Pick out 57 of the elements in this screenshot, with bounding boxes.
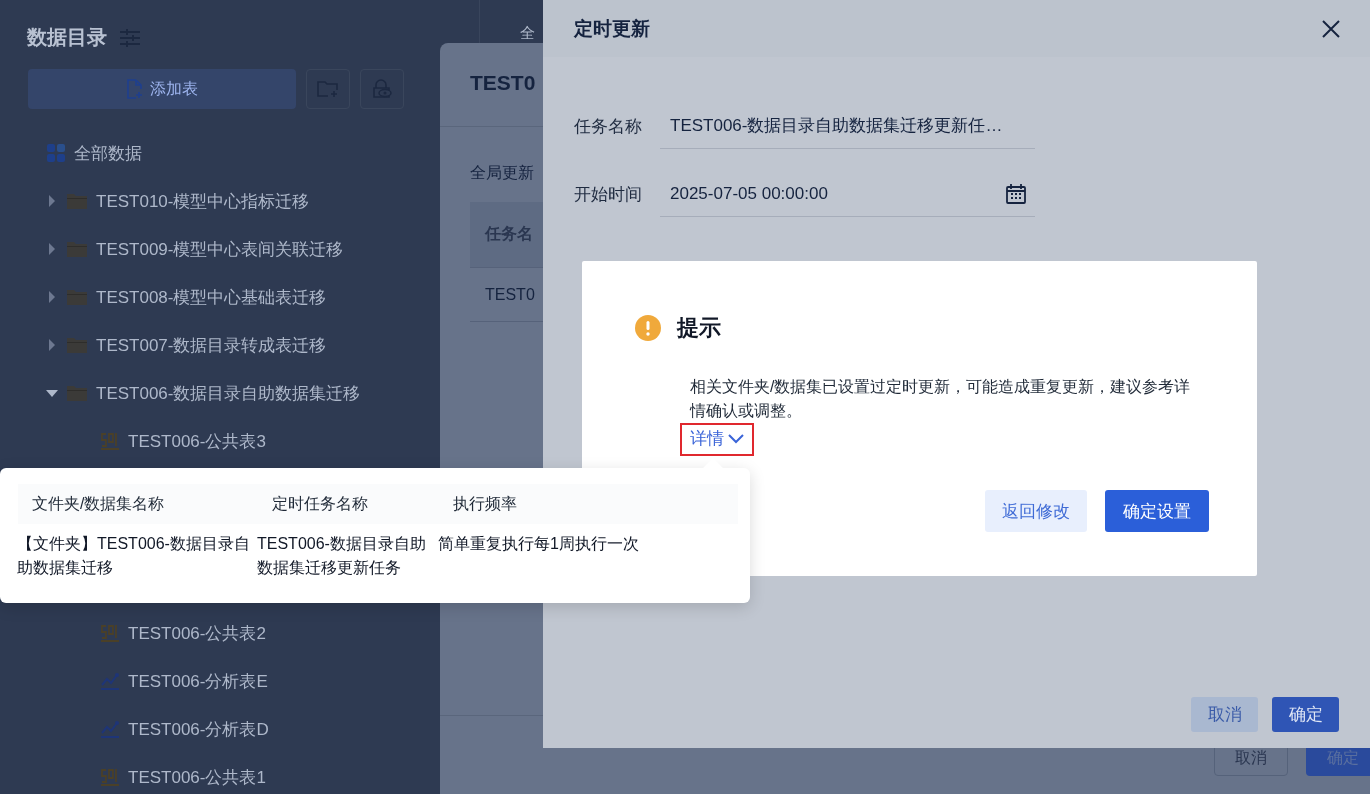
- folder-icon: [66, 192, 88, 210]
- caret-down-icon[interactable]: [46, 387, 58, 399]
- chevron-down-icon: [728, 433, 744, 444]
- sql-table-icon: [100, 623, 120, 643]
- tree-item[interactable]: TEST007-数据目录转成表迁移: [96, 333, 327, 357]
- tree-item[interactable]: 全部数据: [74, 141, 142, 165]
- dialog-title: TEST0: [470, 71, 536, 94]
- tree-item[interactable]: TEST006-分析表D: [128, 717, 269, 741]
- folder-icon: [66, 336, 88, 354]
- tree-item[interactable]: TEST006-分析表E: [128, 669, 268, 693]
- caret-right-icon[interactable]: [46, 195, 58, 207]
- table-cell-text: 简单重复执行每1周执行一次: [438, 534, 640, 554]
- caret-right-icon[interactable]: [46, 291, 58, 303]
- confirm-button[interactable]: 确定: [1272, 697, 1339, 732]
- field-label: 开始时间: [574, 183, 642, 206]
- caret-right-icon[interactable]: [46, 339, 58, 351]
- tree-item[interactable]: TEST006-数据目录自助数据集迁移: [96, 381, 361, 405]
- details-link[interactable]: 详情: [680, 423, 754, 456]
- cancel-button[interactable]: 取消: [1191, 697, 1258, 732]
- close-icon[interactable]: [1322, 19, 1340, 38]
- back-edit-button[interactable]: 返回修改: [985, 490, 1087, 532]
- line-chart-icon: [100, 671, 120, 691]
- folder-icon: [66, 240, 88, 258]
- add-table-button[interactable]: 添加表: [28, 69, 296, 109]
- caret-right-icon[interactable]: [46, 243, 58, 255]
- calendar-icon[interactable]: [1005, 182, 1027, 205]
- column-header: 定时任务名称: [271, 493, 369, 514]
- table-cell-text: TEST006-数据目录自助数据集迁移更新任务: [257, 534, 427, 578]
- tree-item[interactable]: TEST006-公共表1: [128, 765, 266, 789]
- add-file-icon: [126, 79, 144, 99]
- table-cell-text: 【文件夹】TEST006-数据目录自助数据集迁移: [17, 534, 251, 578]
- sql-table-icon: [100, 431, 120, 451]
- column-header: 执行频率: [452, 493, 518, 514]
- visibility-button[interactable]: [360, 69, 404, 109]
- tree-item[interactable]: TEST009-模型中心表间关联迁移: [96, 237, 344, 261]
- global-update-label: 全局更新: [470, 163, 534, 183]
- confirm-button[interactable]: 确定设置: [1105, 490, 1209, 532]
- folder-icon: [66, 288, 88, 306]
- input-field[interactable]: TEST006-数据目录自助数据集迁移更新任…: [660, 103, 1035, 149]
- tree-item[interactable]: TEST006-公共表3: [128, 429, 266, 453]
- field-label: 任务名称: [574, 115, 642, 138]
- sql-table-icon: [100, 767, 120, 787]
- column-header: 文件夹/数据集名称: [31, 493, 166, 514]
- sidebar-title: 数据目录: [27, 25, 107, 50]
- tree-item[interactable]: TEST006-公共表2: [128, 621, 266, 645]
- tab-label[interactable]: 全: [520, 24, 535, 41]
- add-folder-button[interactable]: [306, 69, 350, 109]
- warning-icon: [635, 315, 661, 341]
- grid-icon: [46, 143, 66, 163]
- tree-item[interactable]: TEST010-模型中心指标迁移: [96, 189, 310, 213]
- tree-item[interactable]: TEST008-模型中心基础表迁移: [96, 285, 327, 309]
- dialog-title: 定时更新: [574, 16, 650, 41]
- line-chart-icon: [100, 719, 120, 739]
- folder-icon: [66, 384, 88, 402]
- date-field[interactable]: 2025-07-05 00:00:00: [660, 171, 1035, 217]
- hint-message: 相关文件夹/数据集已设置过定时更新，可能造成重复更新，建议参考详情确认或调整。: [690, 377, 1192, 421]
- dialog-title: 提示: [677, 314, 721, 342]
